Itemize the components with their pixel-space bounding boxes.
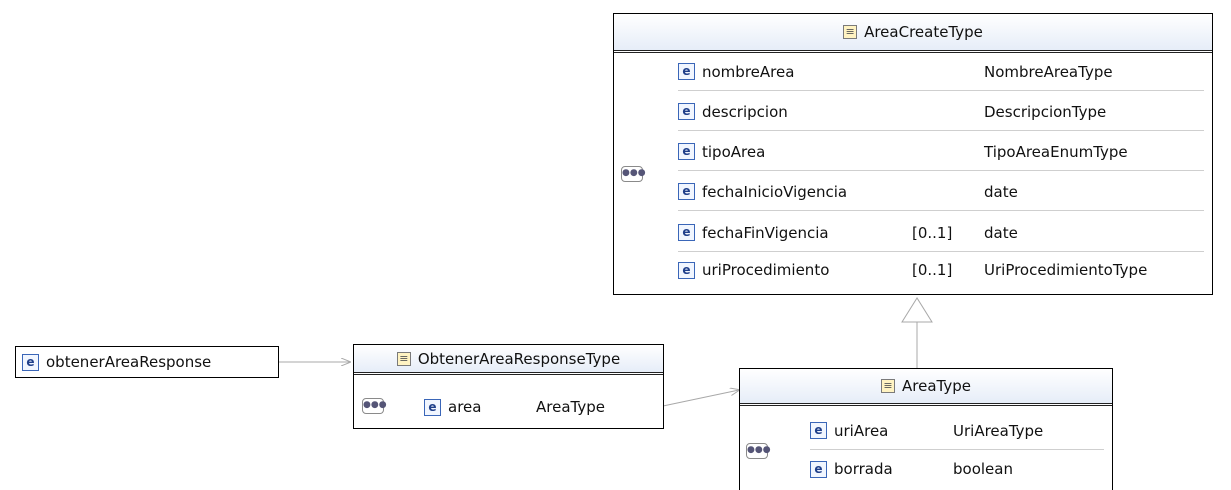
element-row-tipo-area[interactable]: e tipoArea TipoAreaEnumType: [678, 133, 1204, 171]
element-type: DescripcionType: [984, 102, 1107, 121]
element-icon: e: [678, 261, 695, 279]
element-name: fechaFinVigencia: [702, 223, 829, 242]
element-type: boolean: [953, 460, 1013, 478]
type-header: ≡ ObtenerAreaResponseType: [354, 345, 663, 375]
element-icon: e: [678, 103, 695, 120]
element-row-fecha-inicio-vigencia[interactable]: e fechaInicioVigencia date: [678, 173, 1204, 211]
obtener-area-response-element[interactable]: e obtenerAreaResponse: [15, 346, 279, 378]
sequence-icon: ●●●: [621, 166, 646, 182]
element-type: UriProcedimientoType: [984, 261, 1148, 279]
type-header: ≡ AreaCreateType: [614, 14, 1212, 53]
element-icon: e: [22, 353, 39, 371]
sequence-icon: ●●●: [362, 398, 387, 414]
element-icon: e: [678, 224, 695, 241]
element-cardinality: [0..1]: [912, 261, 953, 279]
element-type: AreaType: [536, 398, 605, 416]
element-row-nombre-area[interactable]: e nombreArea NombreAreaType: [678, 53, 1204, 91]
element-row-uri-area[interactable]: e uriArea UriAreaType: [810, 412, 1104, 450]
element-type: TipoAreaEnumType: [984, 142, 1128, 161]
element-row-uri-procedimiento[interactable]: e uriProcedimiento [0..1] UriProcedimien…: [678, 251, 1204, 289]
element-name: tipoArea: [702, 142, 766, 161]
element-row-fecha-fin-vigencia[interactable]: e fechaFinVigencia [0..1] date: [678, 214, 1204, 252]
element-icon: e: [678, 63, 695, 80]
element-name: fechaInicioVigencia: [702, 182, 848, 201]
complex-type-icon: ≡: [843, 25, 858, 39]
element-name: uriArea: [834, 421, 889, 440]
type-title: AreaType: [902, 377, 971, 395]
sequence-icon: ●●●: [746, 443, 771, 459]
element-type: date: [984, 223, 1018, 242]
element-name: nombreArea: [702, 62, 795, 81]
element-icon: e: [424, 398, 441, 416]
element-type: UriAreaType: [953, 421, 1044, 440]
element-name: area: [448, 398, 482, 416]
element-name: obtenerAreaResponse: [46, 353, 212, 371]
area-to-areatype-arrow: [662, 390, 739, 407]
type-header: ≡ AreaType: [740, 369, 1112, 406]
element-icon: e: [678, 183, 695, 200]
element-icon: e: [810, 460, 827, 478]
element-row-descripcion[interactable]: e descripcion DescripcionType: [678, 93, 1204, 131]
element-icon: e: [810, 422, 827, 439]
element-name: borrada: [834, 460, 893, 478]
type-title: AreaCreateType: [864, 23, 983, 41]
type-title: ObtenerAreaResponseType: [417, 349, 621, 368]
element-row-borrada[interactable]: e borrada boolean: [810, 450, 1104, 488]
element-name: descripcion: [702, 102, 788, 121]
element-name: uriProcedimiento: [702, 261, 830, 279]
inheritance-triangle: [901, 297, 933, 323]
element-icon: e: [678, 143, 695, 160]
element-row-area[interactable]: e area AreaType: [424, 388, 654, 426]
element-type: date: [984, 182, 1018, 201]
complex-type-icon: ≡: [881, 379, 895, 393]
element-cardinality: [0..1]: [912, 223, 953, 242]
complex-type-icon: ≡: [396, 351, 411, 366]
element-type: NombreAreaType: [984, 62, 1113, 81]
